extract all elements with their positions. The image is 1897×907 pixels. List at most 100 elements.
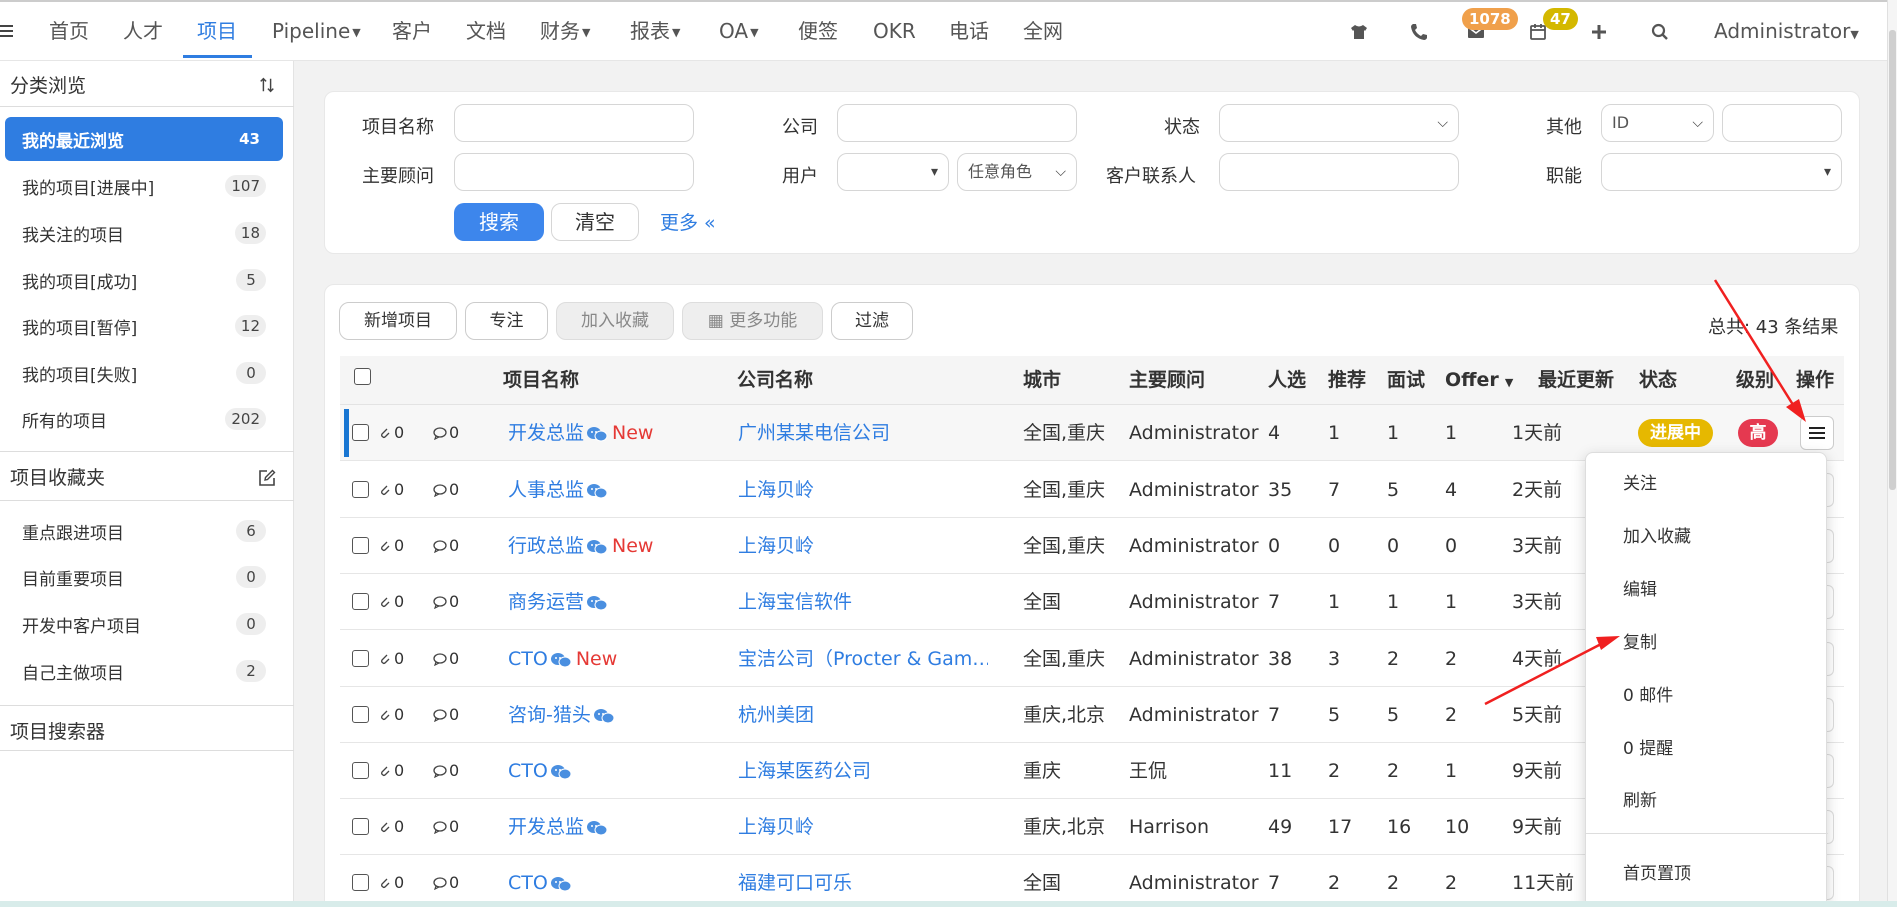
company-link[interactable]: 上海贝岭 [738, 799, 988, 855]
comment-count[interactable]: 0 [433, 518, 459, 574]
comment-count[interactable]: 0 [433, 631, 459, 687]
shirt-icon[interactable] [1347, 20, 1371, 44]
menu-item-email[interactable]: 0 邮件 [1623, 681, 1673, 706]
comment-count[interactable]: 0 [433, 687, 459, 743]
project-name-link[interactable]: 行政总监 New [508, 518, 653, 574]
company-link[interactable]: 宝洁公司（Procter & Gam… [738, 631, 988, 687]
function-select[interactable]: ▾ [1601, 153, 1842, 191]
interview-cell[interactable]: 1 [1387, 405, 1399, 461]
candidates-cell[interactable]: 35 [1268, 462, 1292, 518]
phone-icon[interactable] [1407, 20, 1431, 44]
sidebar-item-fav-own[interactable]: 自己主做项目 2 [5, 649, 283, 693]
sidebar-item-fav-important[interactable]: 目前重要项目 0 [5, 555, 283, 599]
page-scrollbar[interactable] [1887, 0, 1897, 907]
interview-cell[interactable]: 5 [1387, 462, 1399, 518]
attachment-count[interactable]: 0 [378, 405, 404, 461]
comment-count[interactable]: 0 [433, 462, 459, 518]
recommend-cell[interactable]: 5 [1328, 687, 1340, 743]
interview-cell[interactable]: 0 [1387, 518, 1399, 574]
attachment-count[interactable]: 0 [378, 518, 404, 574]
nav-talent[interactable]: 人才 [123, 2, 163, 60]
header-candidates[interactable]: 人选 [1268, 356, 1306, 405]
menu-item-add-favorite[interactable]: 加入收藏 [1623, 522, 1691, 547]
company-input[interactable] [837, 104, 1077, 142]
sidebar-item-fav-developing[interactable]: 开发中客户项目 0 [5, 602, 283, 646]
menu-item-pin-homepage[interactable]: 首页置顶 [1623, 859, 1691, 884]
select-all-checkbox[interactable] [354, 368, 371, 385]
offer-cell[interactable]: 1 [1445, 743, 1457, 799]
comment-count[interactable]: 0 [433, 405, 459, 461]
project-name-link[interactable]: CTO [508, 743, 576, 799]
menu-item-refresh[interactable]: 刷新 [1623, 786, 1657, 811]
row-checkbox[interactable] [352, 762, 369, 779]
project-name-link[interactable]: CTO New [508, 631, 617, 687]
attachment-count[interactable]: 0 [378, 631, 404, 687]
candidates-cell[interactable]: 7 [1268, 855, 1280, 907]
nav-phone[interactable]: 电话 [949, 2, 989, 60]
project-name-link[interactable]: 商务运营 [508, 574, 612, 630]
candidates-cell[interactable]: 49 [1268, 799, 1292, 855]
recommend-cell[interactable]: 1 [1328, 405, 1340, 461]
nav-docs[interactable]: 文档 [466, 2, 506, 60]
attachment-count[interactable]: 0 [378, 462, 404, 518]
project-name-link[interactable]: 开发总监 [508, 799, 612, 855]
row-checkbox[interactable] [352, 818, 369, 835]
row-checkbox[interactable] [352, 593, 369, 610]
project-name-link[interactable]: 咨询-猎头 [508, 687, 619, 743]
project-name-link[interactable]: 开发总监 New [508, 405, 653, 461]
recommend-cell[interactable]: 1 [1328, 574, 1340, 630]
company-link[interactable]: 杭州美团 [738, 687, 988, 743]
candidates-cell[interactable]: 7 [1268, 574, 1280, 630]
nav-clients[interactable]: 客户 [392, 2, 432, 60]
sidebar-item-paused[interactable]: 我的项目[暂停] 12 [5, 304, 283, 348]
recommend-cell[interactable]: 0 [1328, 518, 1340, 574]
sidebar-item-failed[interactable]: 我的项目[失败] 0 [5, 351, 283, 395]
comment-count[interactable]: 0 [433, 799, 459, 855]
nav-reports[interactable]: 报表 ▼ [630, 2, 680, 60]
candidates-cell[interactable]: 4 [1268, 405, 1280, 461]
row-checkbox[interactable] [352, 481, 369, 498]
other-field-select[interactable]: ID ⌵ [1601, 104, 1714, 142]
nav-web[interactable]: 全网 [1023, 2, 1063, 60]
offer-cell[interactable]: 2 [1445, 687, 1457, 743]
offer-cell[interactable]: 1 [1445, 574, 1457, 630]
header-level[interactable]: 级别 [1736, 356, 1774, 405]
sidebar-item-followed[interactable]: 我关注的项目 18 [5, 211, 283, 255]
comment-count[interactable]: 0 [433, 743, 459, 799]
user-menu[interactable]: Administrator▼ [1714, 2, 1859, 60]
header-interview[interactable]: 面试 [1387, 356, 1425, 405]
comment-count[interactable]: 0 [433, 855, 459, 907]
menu-item-reminder[interactable]: 0 提醒 [1623, 734, 1673, 759]
nav-pipeline[interactable]: Pipeline ▼ [272, 2, 361, 60]
offer-cell[interactable]: 4 [1445, 462, 1457, 518]
project-name-input[interactable] [454, 104, 694, 142]
nav-home[interactable]: 首页 [49, 2, 89, 60]
interview-cell[interactable]: 1 [1387, 574, 1399, 630]
company-link[interactable]: 广州某某电信公司 [738, 405, 988, 461]
interview-cell[interactable]: 2 [1387, 743, 1399, 799]
consultant-input[interactable] [454, 153, 694, 191]
company-link[interactable]: 上海贝岭 [738, 518, 988, 574]
candidates-cell[interactable]: 0 [1268, 518, 1280, 574]
scrollbar-thumb[interactable] [1889, 30, 1896, 490]
recommend-cell[interactable]: 2 [1328, 743, 1340, 799]
contact-input[interactable] [1219, 153, 1459, 191]
sort-icon[interactable] [255, 73, 279, 97]
row-checkbox[interactable] [352, 874, 369, 891]
interview-cell[interactable]: 2 [1387, 631, 1399, 687]
nav-finance[interactable]: 财务 ▼ [540, 2, 590, 60]
row-checkbox[interactable] [352, 424, 369, 441]
search-icon[interactable] [1648, 20, 1672, 44]
add-project-button[interactable]: 新增项目 [339, 302, 457, 340]
header-offer[interactable]: Offer ▼ [1445, 356, 1513, 405]
header-project-name[interactable]: 项目名称 [503, 356, 579, 405]
header-status[interactable]: 状态 [1639, 356, 1677, 405]
user-select[interactable]: ▾ [837, 153, 949, 191]
more-filters-link[interactable]: 更多 « [660, 208, 716, 235]
interview-cell[interactable]: 2 [1387, 855, 1399, 907]
searcher-title[interactable]: 项目搜索器 [10, 717, 105, 744]
nav-notes[interactable]: 便签 [798, 2, 838, 60]
menu-item-edit[interactable]: 编辑 [1623, 575, 1657, 600]
sidebar-item-success[interactable]: 我的项目[成功] 5 [5, 258, 283, 302]
interview-cell[interactable]: 16 [1387, 799, 1411, 855]
